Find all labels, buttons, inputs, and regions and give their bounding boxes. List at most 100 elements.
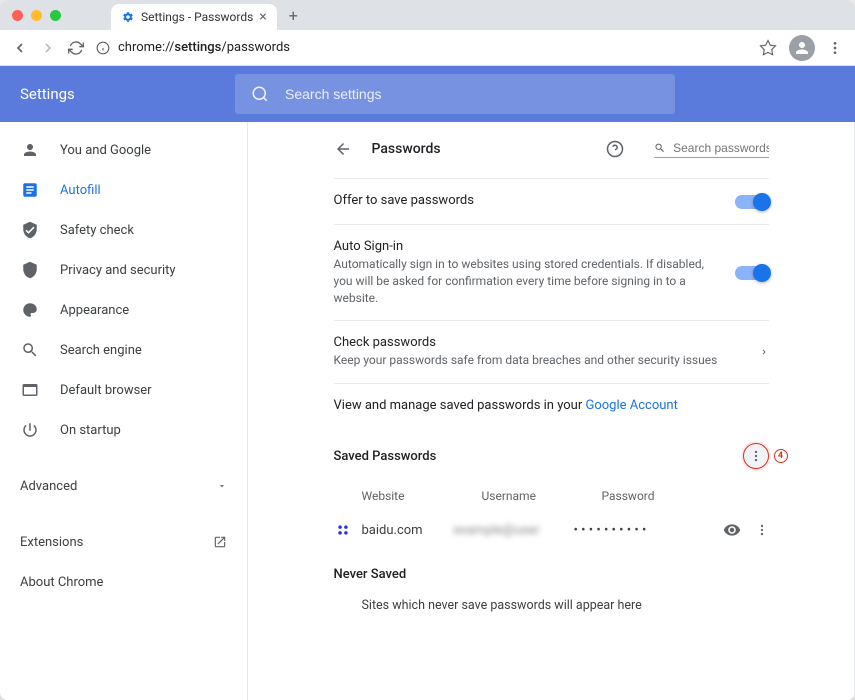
sidebar-label: Search engine: [60, 343, 142, 358]
auto-signin-row: Auto Sign-in Automatically sign in to we…: [334, 224, 769, 320]
offer-save-passwords-row: Offer to save passwords: [334, 178, 769, 224]
search-passwords-input[interactable]: [673, 141, 768, 155]
search-settings-field[interactable]: [235, 74, 675, 114]
addressbar: chrome://settings/passwords: [0, 30, 855, 66]
username-value: example@user: [454, 523, 540, 538]
chevron-right-icon: [759, 347, 769, 357]
search-icon: [654, 141, 666, 155]
sidebar-item-default-browser[interactable]: Default browser: [0, 370, 247, 410]
sidebar-item-you-and-google[interactable]: You and Google: [0, 130, 247, 170]
search-icon: [20, 340, 40, 360]
help-icon[interactable]: [606, 140, 624, 158]
gear-icon: [121, 10, 135, 24]
check-passwords-row[interactable]: Check passwords Keep your passwords safe…: [334, 320, 769, 383]
maximize-window-button[interactable]: [50, 10, 61, 21]
page-title: Passwords: [372, 141, 586, 157]
sidebar-item-about-chrome[interactable]: About Chrome: [0, 562, 247, 602]
close-window-button[interactable]: [12, 10, 23, 21]
sidebar: You and Google Autofill Safety check Pri…: [0, 122, 248, 700]
sidebar-label: Safety check: [60, 223, 134, 238]
auto-signin-title: Auto Sign-in: [334, 239, 715, 254]
site-name[interactable]: baidu.com: [362, 523, 423, 538]
password-row: baidu.com example@user • • • • • • • • •…: [334, 513, 769, 547]
person-icon: [20, 140, 40, 160]
sidebar-label: On startup: [60, 423, 121, 438]
check-passwords-desc: Keep your passwords safe from data breac…: [334, 352, 739, 369]
password-masked: • • • • • • • • • •: [574, 523, 723, 538]
view-manage-text: View and manage saved passwords in your: [334, 398, 586, 413]
row-more-button[interactable]: [755, 523, 769, 537]
sidebar-item-on-startup[interactable]: On startup: [0, 410, 247, 450]
password-table-header: Website Username Password: [334, 479, 769, 513]
sidebar-advanced[interactable]: Advanced: [0, 466, 247, 506]
sidebar-item-autofill[interactable]: Autofill: [0, 170, 247, 210]
shield-icon: [20, 260, 40, 280]
search-passwords-field[interactable]: [654, 141, 769, 158]
browser-icon: [20, 380, 40, 400]
never-saved-desc: Sites which never save passwords will ap…: [334, 598, 769, 613]
back-button[interactable]: [12, 40, 28, 56]
auto-signin-toggle[interactable]: [735, 266, 769, 280]
saved-passwords-more-button[interactable]: 4: [743, 443, 769, 469]
content-area: You and Google Autofill Safety check Pri…: [0, 122, 855, 700]
google-account-link[interactable]: Google Account: [585, 398, 677, 413]
sidebar-item-privacy-security[interactable]: Privacy and security: [0, 250, 247, 290]
titlebar: Settings - Passwords × +: [0, 0, 855, 30]
settings-header: Settings: [0, 66, 855, 122]
back-arrow-button[interactable]: [334, 140, 352, 158]
offer-save-toggle[interactable]: [735, 195, 769, 209]
url-bar[interactable]: chrome://settings/passwords: [96, 40, 747, 55]
sidebar-item-search-engine[interactable]: Search engine: [0, 330, 247, 370]
baidu-favicon: [334, 521, 352, 539]
sidebar-label: You and Google: [60, 143, 151, 158]
annotation-badge: 4: [774, 449, 788, 463]
more-vert-icon: [749, 449, 763, 463]
tab-title: Settings - Passwords: [141, 10, 253, 24]
sidebar-label: Autofill: [60, 183, 101, 198]
reload-button[interactable]: [68, 40, 84, 56]
main-panel: Passwords Offer to save passwords: [248, 122, 855, 700]
check-passwords-title: Check passwords: [334, 335, 739, 350]
new-tab-button[interactable]: +: [289, 6, 298, 25]
settings-title: Settings: [20, 85, 235, 103]
sidebar-label: Privacy and security: [60, 263, 176, 278]
sidebar-label: Default browser: [60, 383, 152, 398]
offer-save-title: Offer to save passwords: [334, 193, 715, 208]
sidebar-item-appearance[interactable]: Appearance: [0, 290, 247, 330]
col-username: Username: [482, 489, 602, 503]
col-password: Password: [602, 489, 769, 503]
browser-menu-button[interactable]: [827, 40, 843, 56]
show-password-icon[interactable]: [723, 521, 741, 539]
profile-avatar[interactable]: [789, 35, 815, 61]
advanced-label: Advanced: [20, 479, 77, 494]
bookmark-star-icon[interactable]: [759, 39, 777, 57]
forward-button[interactable]: [40, 40, 56, 56]
external-link-icon: [213, 535, 227, 549]
google-account-link-row: View and manage saved passwords in your …: [334, 383, 769, 427]
palette-icon: [20, 300, 40, 320]
never-saved-heading: Never Saved: [334, 567, 769, 582]
extensions-label: Extensions: [20, 535, 83, 550]
sidebar-label: Appearance: [60, 303, 129, 318]
col-website: Website: [362, 489, 482, 503]
close-tab-icon[interactable]: ×: [259, 9, 266, 25]
saved-passwords-heading: Saved Passwords: [334, 449, 437, 464]
url-text: chrome://settings/passwords: [118, 40, 290, 55]
traffic-lights: [12, 10, 61, 21]
power-icon: [20, 420, 40, 440]
chevron-down-icon: [217, 481, 227, 491]
search-icon: [251, 85, 269, 103]
about-label: About Chrome: [20, 575, 103, 590]
minimize-window-button[interactable]: [31, 10, 42, 21]
auto-signin-desc: Automatically sign in to websites using …: [334, 256, 715, 306]
saved-passwords-header: Saved Passwords 4: [334, 427, 769, 479]
sidebar-item-safety-check[interactable]: Safety check: [0, 210, 247, 250]
page-header: Passwords: [334, 140, 769, 158]
site-info-icon: [96, 41, 110, 55]
browser-window: Settings - Passwords × + chrome://settin…: [0, 0, 855, 700]
search-settings-input[interactable]: [285, 86, 659, 102]
never-saved-section: Never Saved Sites which never save passw…: [334, 547, 769, 613]
autofill-icon: [20, 180, 40, 200]
sidebar-item-extensions[interactable]: Extensions: [0, 522, 247, 562]
browser-tab[interactable]: Settings - Passwords ×: [111, 4, 277, 30]
